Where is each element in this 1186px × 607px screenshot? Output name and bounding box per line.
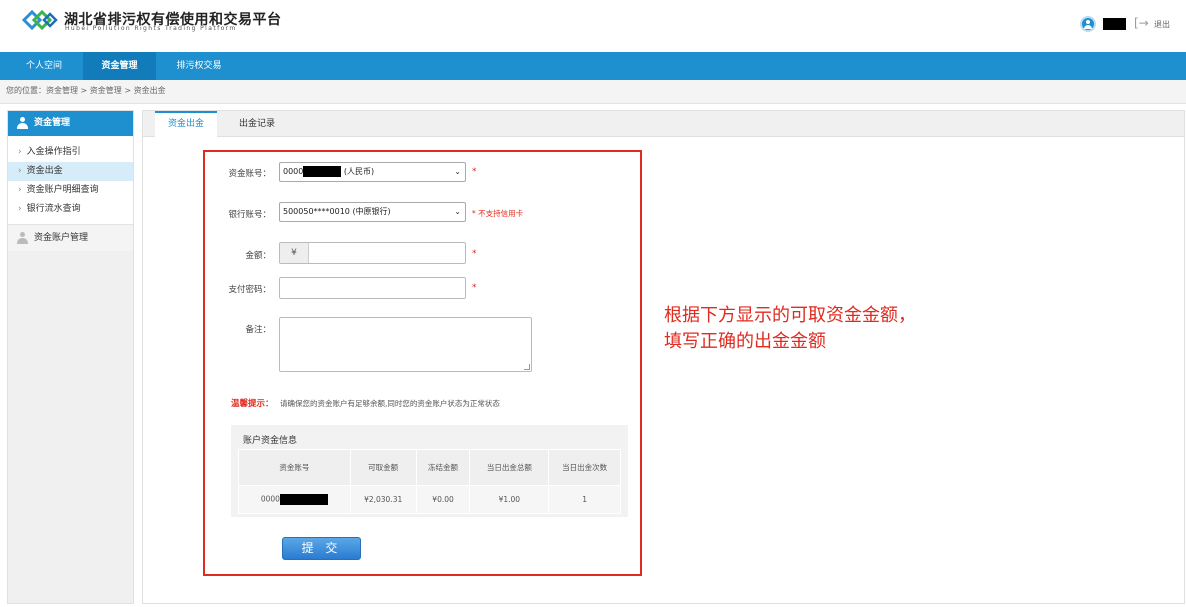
submit-button[interactable]: 提 交 [282,537,361,560]
annotation-line: 根据下方显示的可取资金金额， [664,305,916,326]
account-funds-panel: 账户资金信息 资金账号 可取金额 冻结金额 当日出金总额 当日出金次数 0000… [231,425,628,517]
annotation-line: 填写正确的出金金额 [664,331,826,352]
chevron-right-icon: › [18,204,22,214]
account-prefix: 0000 [283,167,304,176]
table-header-row: 资金账号 可取金额 冻结金额 当日出金总额 当日出金次数 [238,449,621,486]
amount-label: 金额： [245,251,271,261]
user-name-redacted [1103,18,1126,30]
sidebar-item-withdraw[interactable]: › 资金出金 [8,162,133,181]
account-cell: 0000 [238,485,351,514]
sidebar-item-label: 银行流水查询 [26,204,81,214]
bank-label: 银行账号： [228,210,271,220]
available-cell: ¥2,030.31 [349,485,417,514]
required-mark: * [472,283,477,293]
today-total-cell: ¥1.00 [469,485,550,514]
table-row: 0000 ¥2,030.31 ¥0.00 ¥1.00 1 [238,485,621,514]
column-header: 可取金额 [349,449,417,486]
remark-textarea[interactable] [279,317,532,372]
required-mark: * [472,167,477,177]
account-funds-title: 账户资金信息 [243,436,298,446]
account-funds-table: 资金账号 可取金额 冻结金额 当日出金总额 当日出金次数 0000 ¥2,030… [238,449,621,514]
sidebar-header[interactable]: 资金管理 [8,111,133,136]
user-avatar-icon[interactable] [1080,16,1096,32]
sidebar-item-account-details[interactable]: › 资金账户明细查询 [8,181,133,200]
annotation-text: 根据下方显示的可取资金金额， 填写正确的出金金额 [664,303,916,355]
nav-emission-trading[interactable]: 排污权交易 [160,52,238,80]
credit-card-note: * 不支持信用卡 [472,209,524,218]
sidebar: 资金管理 › 入金操作指引 › 资金出金 › 资金账户明细查询 › 银行流水查询 资金账… [7,110,134,604]
sidebar-item-bank-statement[interactable]: › 银行流水查询 [8,200,133,219]
breadcrumb: 您的位置：资金管理 > 资金管理 > 资金出金 [0,80,1186,104]
sidebar-section-account-management[interactable]: 资金账户管理 [8,225,133,251]
account-currency: (人民币) [343,167,375,176]
account-label: 资金账号： [228,169,271,179]
currency-addon: ¥ [280,243,309,263]
tab-withdraw-records[interactable]: 出金记录 [225,111,289,137]
required-mark: * [472,249,477,259]
column-header: 当日出金总额 [469,449,550,486]
sidebar-section-label: 资金账户管理 [34,233,89,243]
tab-withdraw[interactable]: 资金出金 [155,111,217,138]
column-header: 冻结金额 [415,449,471,486]
chevron-down-icon: ⌄ [454,207,461,216]
chevron-down-icon: ⌄ [454,167,461,176]
main-nav: 个人空间 资金管理 排污权交易 [0,52,1186,80]
remark-label: 备注： [245,325,271,335]
sidebar-header-label: 资金管理 [34,118,71,128]
account-prefix: 0000 [260,494,280,504]
bank-account-select[interactable]: 500050****0010 (中原银行) ⌄ [279,202,466,222]
account-redacted [279,494,328,505]
column-header: 当日出金次数 [548,449,621,486]
bank-account-value: 500050****0010 (中原银行) [283,207,391,216]
password-label: 支付密码： [228,285,271,295]
tip-label: 温馨提示： [231,399,274,409]
resize-handle[interactable] [524,364,530,370]
logout-link[interactable]: 退出 [1154,19,1170,30]
nav-personal-space[interactable]: 个人空间 [10,52,78,80]
sidebar-item-label: 资金账户明细查询 [26,185,99,195]
chevron-right-icon: › [18,185,22,195]
sidebar-item-deposit-guide[interactable]: › 入金操作指引 [8,143,133,162]
nav-fund-management[interactable]: 资金管理 [83,52,156,80]
account-select[interactable]: 0000 (人民币) ⌄ [279,162,466,182]
column-header: 资金账号 [238,449,351,486]
tip-text: 请确保您的资金账户有足够余额,同时您的资金账户状态为正常状态 [280,399,500,408]
sidebar-item-label: 资金出金 [26,166,63,176]
amount-input[interactable]: ¥ [279,242,466,264]
brand-subtitle: Hubei Pollution Rights Trading Platform [65,25,237,32]
header: 湖北省排污权有偿使用和交易平台 Hubei Pollution Rights T… [0,0,1186,52]
account-redacted [303,166,342,177]
logout-icon[interactable]: [→ [1134,16,1149,30]
chevron-right-icon: › [18,147,22,157]
sidebar-item-label: 入金操作指引 [26,147,81,157]
chevron-right-icon: › [18,166,22,176]
payment-password-input[interactable] [279,277,466,299]
today-count-cell: 1 [548,485,621,514]
tab-bar: 资金出金 出金记录 [143,111,1184,138]
frozen-cell: ¥0.00 [415,485,471,514]
platform-logo [22,10,58,30]
sidebar-list: › 入金操作指引 › 资金出金 › 资金账户明细查询 › 银行流水查询 [8,136,133,225]
user-icon [17,117,28,129]
user-icon [17,232,28,244]
